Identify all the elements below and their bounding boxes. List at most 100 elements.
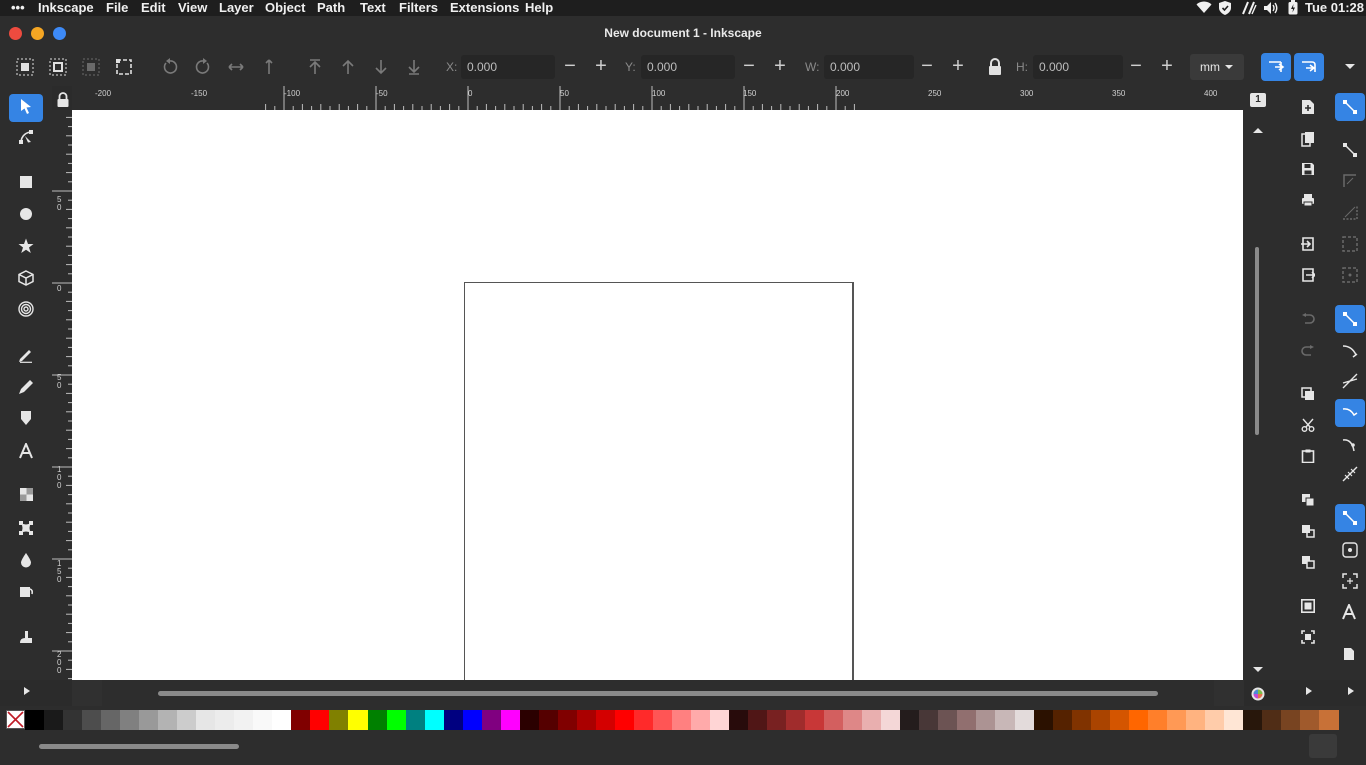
- snap-nodes-toggle-button[interactable]: [1335, 305, 1365, 333]
- snap-smooth-nodes-icon[interactable]: [1342, 436, 1358, 457]
- scroll-up-icon[interactable]: [1252, 121, 1264, 139]
- color-swatch[interactable]: [976, 710, 997, 730]
- snap-intersections-icon[interactable]: [1342, 373, 1358, 394]
- color-swatch[interactable]: [652, 710, 673, 730]
- palette-scrollbar-thumb[interactable]: [39, 744, 239, 749]
- color-swatch[interactable]: [500, 710, 521, 730]
- snap-bbox-corners-icon[interactable]: [1342, 204, 1358, 225]
- color-swatch[interactable]: [614, 710, 635, 730]
- paint-bucket-tool-button[interactable]: [9, 580, 43, 608]
- menu-text[interactable]: Text: [360, 0, 386, 15]
- select-all-layers-icon[interactable]: [49, 58, 67, 76]
- color-swatch[interactable]: [633, 710, 654, 730]
- import-icon[interactable]: [1301, 237, 1315, 256]
- dropper-tool-button[interactable]: [9, 548, 43, 576]
- y-input[interactable]: 0.000: [641, 55, 735, 79]
- color-swatch[interactable]: [177, 710, 197, 730]
- color-swatch[interactable]: [938, 710, 959, 730]
- color-swatch[interactable]: [767, 710, 787, 730]
- clone-icon[interactable]: [1301, 524, 1315, 543]
- undo-icon[interactable]: [1301, 312, 1315, 330]
- color-swatch[interactable]: [272, 710, 292, 730]
- x-increment-button[interactable]: +: [591, 56, 611, 77]
- width-increment-button[interactable]: +: [948, 56, 968, 77]
- snap-bbox-centers-icon[interactable]: [1342, 267, 1358, 288]
- color-swatch[interactable]: [538, 710, 559, 730]
- height-increment-button[interactable]: +: [1157, 56, 1177, 77]
- no-paint-swatch[interactable]: [6, 710, 25, 729]
- snap-bounding-box-icon[interactable]: [1342, 142, 1358, 163]
- color-manage-icon[interactable]: [1251, 687, 1265, 706]
- height-decrement-button[interactable]: −: [1126, 56, 1146, 77]
- ellipse-tool-button[interactable]: [9, 202, 43, 230]
- tweak-tool-button[interactable]: [9, 625, 43, 653]
- color-swatch[interactable]: [919, 710, 939, 730]
- raise-to-top-icon[interactable]: [306, 58, 324, 76]
- rectangle-tool-button[interactable]: [9, 170, 43, 198]
- color-swatch[interactable]: [462, 710, 483, 730]
- copy-icon[interactable]: [1301, 387, 1315, 406]
- toolbar-overflow-chevron-icon[interactable]: [1344, 62, 1356, 72]
- drawing-canvas[interactable]: [72, 110, 1243, 680]
- gradient-tool-button[interactable]: [9, 483, 43, 511]
- snap-cusp-nodes-toggle-button[interactable]: [1335, 399, 1365, 427]
- snap-page-border-icon[interactable]: [1343, 647, 1355, 666]
- color-swatch[interactable]: [862, 710, 882, 730]
- x-decrement-button[interactable]: −: [560, 56, 580, 77]
- color-swatch[interactable]: [215, 710, 235, 730]
- raise-icon[interactable]: [339, 58, 357, 76]
- snap-toggle-button[interactable]: [1335, 93, 1365, 121]
- color-swatch[interactable]: [576, 710, 597, 730]
- lower-icon[interactable]: [372, 58, 390, 76]
- lower-to-bottom-icon[interactable]: [405, 58, 423, 76]
- lock-ratio-icon[interactable]: [987, 58, 1003, 76]
- color-swatch[interactable]: [1318, 710, 1339, 730]
- snap-others-toggle-button[interactable]: [1335, 504, 1365, 532]
- color-swatch[interactable]: [1128, 710, 1149, 730]
- color-swatch[interactable]: [843, 710, 863, 730]
- x-input[interactable]: 0.000: [461, 55, 555, 79]
- new-document-icon[interactable]: [1301, 99, 1315, 120]
- ungroup-icon[interactable]: [1301, 630, 1315, 649]
- color-swatch[interactable]: [729, 710, 749, 730]
- color-swatch[interactable]: [824, 710, 844, 730]
- export-icon[interactable]: [1301, 268, 1317, 287]
- duplicate-icon[interactable]: [1301, 493, 1315, 512]
- y-increment-button[interactable]: +: [770, 56, 790, 77]
- snap-paths-icon[interactable]: [1342, 343, 1358, 364]
- vertical-scrollbar-thumb[interactable]: [1255, 247, 1259, 435]
- snap-bbox-midpoints-icon[interactable]: [1342, 236, 1358, 257]
- color-swatch[interactable]: [63, 710, 83, 730]
- y-decrement-button[interactable]: −: [739, 56, 759, 77]
- horizontal-scrollbar[interactable]: [72, 680, 1244, 706]
- unlink-clone-icon[interactable]: [1301, 555, 1315, 574]
- cut-icon[interactable]: [1301, 418, 1315, 437]
- color-swatch[interactable]: [310, 710, 331, 730]
- color-swatch[interactable]: [196, 710, 216, 730]
- scale-corners-toggle[interactable]: [1294, 53, 1324, 81]
- color-swatch[interactable]: [900, 710, 920, 730]
- vertical-ruler[interactable]: 5 0 0 5 0 1 0 0 1 5 0 2 0 0: [52, 110, 72, 680]
- menu-edit[interactable]: Edit: [141, 0, 166, 15]
- color-swatch[interactable]: [805, 710, 825, 730]
- snap-object-centers-icon[interactable]: [1342, 542, 1358, 563]
- width-decrement-button[interactable]: −: [917, 56, 937, 77]
- color-swatch[interactable]: [120, 710, 140, 730]
- menu-object[interactable]: Object: [265, 0, 305, 15]
- menu-help[interactable]: Help: [525, 0, 553, 15]
- mesh-tool-button[interactable]: [9, 516, 43, 544]
- color-swatch[interactable]: [1242, 710, 1263, 730]
- color-swatch[interactable]: [1147, 710, 1168, 730]
- color-swatch[interactable]: [1090, 710, 1111, 730]
- flip-vertical-icon[interactable]: [260, 58, 278, 76]
- text-tool-button[interactable]: [9, 439, 43, 467]
- document-page[interactable]: [464, 282, 854, 680]
- scale-stroke-toggle[interactable]: [1261, 53, 1291, 81]
- color-swatch[interactable]: [1204, 710, 1225, 730]
- color-swatch[interactable]: [424, 710, 445, 730]
- open-document-icon[interactable]: [1301, 131, 1315, 152]
- scroll-down-icon[interactable]: [1252, 661, 1264, 679]
- color-swatch[interactable]: [1223, 710, 1244, 730]
- color-swatch[interactable]: [82, 710, 102, 730]
- color-swatch[interactable]: [405, 710, 426, 730]
